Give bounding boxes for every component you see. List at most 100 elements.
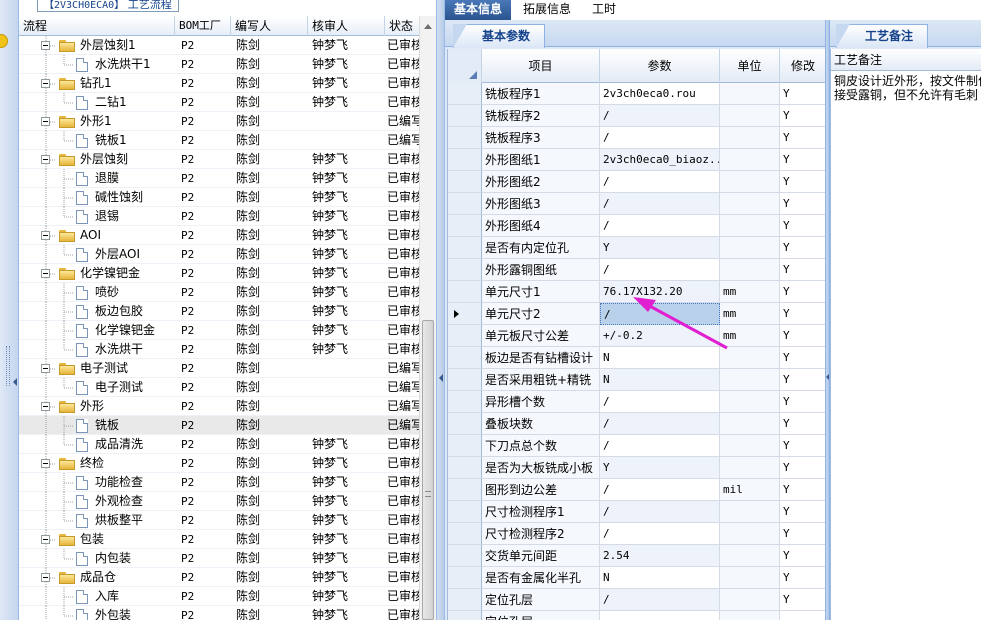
param-row[interactable]: 定位孔层	[448, 611, 825, 620]
row-header[interactable]	[448, 281, 482, 303]
row-header[interactable]	[448, 435, 482, 457]
param-value-cell[interactable]: N	[600, 369, 720, 391]
param-unit-cell[interactable]	[720, 237, 780, 259]
param-value-cell[interactable]: 2v3ch0eca0.rou	[600, 83, 720, 105]
row-header[interactable]	[448, 237, 482, 259]
param-modify-cell[interactable]: Y	[780, 149, 825, 171]
tree-step-row[interactable]: 烘板整平 P2 陈剑 钟梦飞 已审核	[19, 511, 419, 530]
collapse-toggle-icon[interactable]	[41, 573, 50, 582]
param-unit-cell[interactable]	[720, 83, 780, 105]
tree-step-row[interactable]: 二钻1 P2 陈剑 钟梦飞 已审核	[19, 93, 419, 112]
param-unit-cell[interactable]	[720, 369, 780, 391]
tree-step-row[interactable]: 铣板 P2 陈剑 已编写	[19, 416, 419, 435]
row-header[interactable]	[448, 413, 482, 435]
row-header[interactable]	[448, 171, 482, 193]
param-modify-cell[interactable]: Y	[780, 105, 825, 127]
collapse-toggle-icon[interactable]	[41, 535, 50, 544]
param-value-cell[interactable]: /	[600, 171, 720, 193]
scroll-up-icon[interactable]	[424, 24, 432, 29]
param-unit-cell[interactable]	[720, 457, 780, 479]
param-value-cell[interactable]: /	[600, 435, 720, 457]
tree-step-row[interactable]: 外观检查 P2 陈剑 钟梦飞 已审核	[19, 492, 419, 511]
param-modify-cell[interactable]: Y	[780, 83, 825, 105]
col-header-reviewer[interactable]: 核审人	[308, 16, 385, 36]
tree-step-row[interactable]: 内包装 P2 陈剑 钟梦飞 已审核	[19, 549, 419, 568]
tree-step-row[interactable]: 外层AOI P2 陈剑 钟梦飞 已审核	[19, 245, 419, 264]
param-unit-cell[interactable]	[720, 215, 780, 237]
collapse-right-arrow-icon[interactable]	[826, 374, 829, 380]
col-header-process[interactable]: 流程	[19, 16, 175, 36]
param-value-cell[interactable]: N	[600, 567, 720, 589]
row-header[interactable]	[448, 479, 482, 501]
param-unit-cell[interactable]	[720, 105, 780, 127]
param-modify-cell[interactable]: Y	[780, 347, 825, 369]
row-header[interactable]	[448, 347, 482, 369]
param-modify-cell[interactable]: Y	[780, 369, 825, 391]
tab-extended-info[interactable]: 拓展信息	[515, 0, 579, 20]
param-row[interactable]: 尺寸检测程序1/ Y	[448, 501, 825, 523]
tree-step-row[interactable]: 成品清洗 P2 陈剑 钟梦飞 已审核	[19, 435, 419, 454]
param-modify-cell[interactable]: Y	[780, 259, 825, 281]
center-splitter[interactable]	[437, 0, 445, 620]
tree-step-row[interactable]: 水洗烘干 P2 陈剑 钟梦飞 已审核	[19, 340, 419, 359]
col-header-unit[interactable]: 单位	[720, 49, 780, 83]
row-header[interactable]	[448, 83, 482, 105]
param-row[interactable]: 铣板程序2/ Y	[448, 105, 825, 127]
param-modify-cell[interactable]: Y	[780, 391, 825, 413]
row-header[interactable]	[448, 127, 482, 149]
param-modify-cell[interactable]: Y	[780, 501, 825, 523]
tree-step-row[interactable]: 化学镍钯金 P2 陈剑 钟梦飞 已审核	[19, 321, 419, 340]
tab-work-hours[interactable]: 工时	[585, 0, 623, 20]
param-modify-cell[interactable]: Y	[780, 281, 825, 303]
tree-group-row[interactable]: 化学镍钯金 P2 陈剑 钟梦飞 已审核	[19, 264, 419, 283]
param-modify-cell[interactable]: Y	[780, 171, 825, 193]
param-row[interactable]: 异形槽个数 / Y	[448, 391, 825, 413]
param-unit-cell[interactable]	[720, 589, 780, 611]
tree-step-row[interactable]: 碱性蚀刻 P2 陈剑 钟梦飞 已审核	[19, 188, 419, 207]
tab-basic-params[interactable]: 基本参数	[453, 24, 546, 48]
param-modify-cell[interactable]: Y	[780, 215, 825, 237]
param-modify-cell[interactable]	[780, 611, 825, 620]
param-modify-cell[interactable]: Y	[780, 479, 825, 501]
param-unit-cell[interactable]	[720, 171, 780, 193]
param-unit-cell[interactable]: mm	[720, 303, 780, 325]
param-row[interactable]: 外形图纸4/ Y	[448, 215, 825, 237]
param-value-cell[interactable]: 2v3ch0eca0_biaoz...	[600, 149, 720, 171]
param-row[interactable]: 尺寸检测程序2/ Y	[448, 523, 825, 545]
param-row[interactable]: 是否采用粗铣+精铣 N Y	[448, 369, 825, 391]
col-header-param[interactable]: 参数	[600, 49, 720, 83]
param-value-cell[interactable]: /	[600, 259, 720, 281]
param-modify-cell[interactable]: Y	[780, 303, 825, 325]
tree-group-row[interactable]: 外层蚀刻1 P2 陈剑 钟梦飞 已审核	[19, 36, 419, 55]
param-value-cell[interactable]: /	[600, 215, 720, 237]
param-unit-cell[interactable]	[720, 611, 780, 620]
param-value-cell[interactable]: /	[600, 501, 720, 523]
row-header[interactable]	[448, 215, 482, 237]
param-unit-cell[interactable]	[720, 523, 780, 545]
param-modify-cell[interactable]: Y	[780, 523, 825, 545]
param-unit-cell[interactable]	[720, 545, 780, 567]
param-value-cell[interactable]: Y	[600, 457, 720, 479]
tree-group-row[interactable]: 外形 P2 陈剑 已编写	[19, 397, 419, 416]
param-modify-cell[interactable]: Y	[780, 237, 825, 259]
param-modify-cell[interactable]: Y	[780, 567, 825, 589]
tree-group-row[interactable]: AOI P2 陈剑 钟梦飞 已审核	[19, 226, 419, 245]
tree-group-row[interactable]: 电子测试 P2 陈剑 已编写	[19, 359, 419, 378]
param-modify-cell[interactable]: Y	[780, 435, 825, 457]
row-header[interactable]	[448, 193, 482, 215]
param-row[interactable]: 外形图纸2/ Y	[448, 171, 825, 193]
param-unit-cell[interactable]	[720, 567, 780, 589]
param-value-cell[interactable]: N	[600, 347, 720, 369]
param-row[interactable]: 是否有内定位孔 Y Y	[448, 237, 825, 259]
param-value-cell[interactable]: /	[600, 391, 720, 413]
param-row[interactable]: 外形图纸3/ Y	[448, 193, 825, 215]
row-header[interactable]	[448, 303, 482, 325]
row-header[interactable]	[448, 325, 482, 347]
tree-step-row[interactable]: 铣板1 P2 陈剑 已编写	[19, 131, 419, 150]
param-value-cell[interactable]: /	[600, 523, 720, 545]
col-header-item[interactable]: 项目	[482, 49, 600, 83]
param-unit-cell[interactable]: mm	[720, 325, 780, 347]
tab-basic-info[interactable]: 基本信息	[445, 0, 511, 20]
tree-scrollbar[interactable]	[419, 16, 436, 620]
splitter-grip-icon[interactable]	[6, 346, 10, 386]
